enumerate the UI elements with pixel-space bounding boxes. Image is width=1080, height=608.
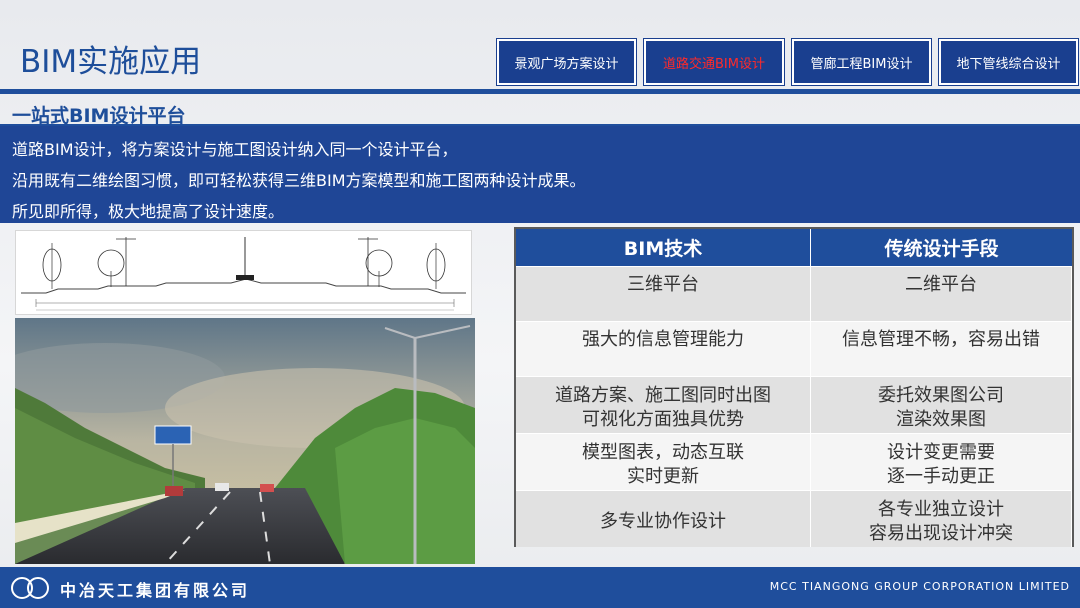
description-line-3: 所见即所得，极大地提高了设计速度。	[12, 202, 285, 221]
road-3d-rendering	[15, 318, 475, 564]
cell-traditional-row-4: 设计变更需要 逐一手动更正	[811, 433, 1072, 490]
tab-landscape-plaza[interactable]: 景观广场方案设计	[496, 38, 637, 86]
footer-company-en: MCC TIANGONG GROUP CORPORATION LIMITED	[769, 580, 1070, 593]
cell-traditional-row-1: 二维平台	[811, 266, 1072, 321]
page-title: BIM实施应用	[20, 44, 202, 80]
cross-section-svg	[21, 237, 466, 311]
description-panel: 道路BIM设计，将方案设计与施工图设计纳入同一个设计平台， 沿用既有二维绘图习惯…	[0, 126, 1080, 223]
rendering-svg	[15, 318, 475, 564]
nav-tabs: 景观广场方案设计 道路交通BIM设计 管廊工程BIM设计 地下管线综合设计	[496, 38, 1079, 86]
cell-bim-row-1: 三维平台	[516, 266, 811, 321]
tab-utility-tunnel-bim[interactable]: 管廊工程BIM设计	[791, 38, 932, 86]
cell-traditional-row-3: 委托效果图公司 渲染效果图	[811, 376, 1072, 433]
slide: BIM实施应用 景观广场方案设计 道路交通BIM设计 管廊工程BIM设计 地下管…	[0, 0, 1080, 608]
cell-traditional-row-5: 各专业独立设计 容易出现设计冲突	[811, 490, 1072, 547]
cell-traditional-row-2: 信息管理不畅，容易出错	[811, 321, 1072, 376]
header-divider	[0, 89, 1080, 94]
footer-company-cn: 中冶天工集团有限公司	[60, 581, 251, 600]
header-traditional-design: 传统设计手段	[811, 229, 1072, 266]
cell-bim-row-3: 道路方案、施工图同时出图 可视化方面独具优势	[516, 376, 811, 433]
description-line-1: 道路BIM设计，将方案设计与施工图设计纳入同一个设计平台，	[12, 140, 458, 159]
tab-underground-pipeline[interactable]: 地下管线综合设计	[938, 38, 1079, 86]
comparison-table: BIM技术 传统设计手段 三维平台 二维平台 强大的信息管理能力 信息管理不畅，…	[514, 227, 1074, 547]
cell-bim-row-2: 强大的信息管理能力	[516, 321, 811, 376]
cell-bim-row-5: 多专业协作设计	[516, 490, 811, 547]
header-bim-technology: BIM技术	[516, 229, 811, 266]
footer-bar: 中冶天工集团有限公司 MCC TIANGONG GROUP CORPORATIO…	[0, 567, 1080, 608]
company-logo-icon	[8, 573, 54, 607]
cell-bim-row-4: 模型图表，动态互联 实时更新	[516, 433, 811, 490]
tab-road-traffic-bim[interactable]: 道路交通BIM设计	[643, 38, 785, 86]
road-cross-section-drawing	[15, 230, 472, 315]
description-line-2: 沿用既有二维绘图习惯，即可轻松获得三维BIM方案模型和施工图两种设计成果。	[12, 171, 586, 190]
